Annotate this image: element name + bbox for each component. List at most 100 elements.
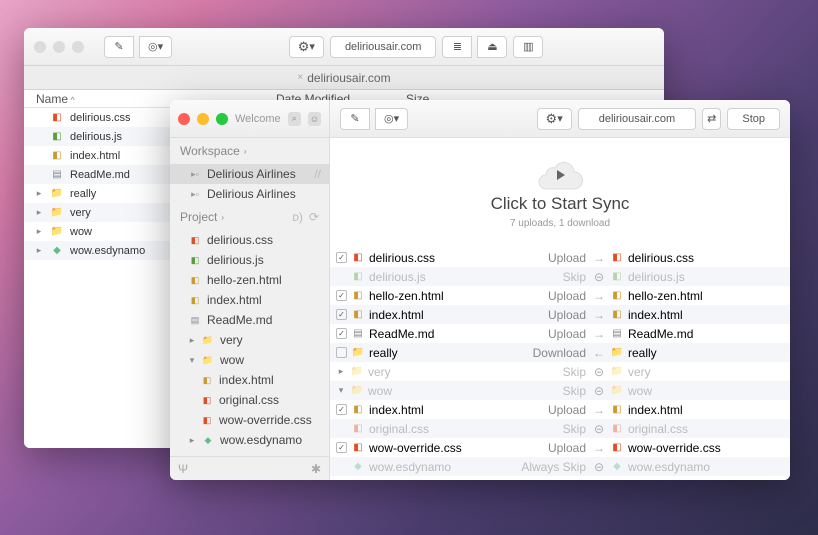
settings-icon[interactable]: ✱: [311, 462, 321, 476]
arrow-icon: ←: [590, 346, 608, 360]
filter-icon[interactable]: Ψ: [178, 462, 188, 476]
preview-button[interactable]: ◎▾: [375, 108, 408, 130]
action-menu-button[interactable]: ⚙︎▾: [537, 108, 572, 130]
search-icon[interactable]: ⌕: [288, 112, 301, 126]
local-name: index.html: [369, 308, 424, 322]
sync-checkbox[interactable]: [336, 404, 347, 415]
view-eject-button[interactable]: ⏏: [477, 36, 507, 58]
js-icon: ◧: [188, 253, 202, 267]
refresh-icon[interactable]: ⟳: [309, 210, 319, 224]
local-name: ReadMe.md: [369, 327, 434, 341]
sync-row[interactable]: ◧original.cssSkip⊝◧original.css: [330, 419, 790, 438]
project-item[interactable]: ◧wow-override.css: [170, 410, 329, 430]
stop-button[interactable]: Stop: [727, 108, 780, 130]
sidebar-titlebar: Welcome ⌕ ☺: [170, 100, 329, 138]
sync-row[interactable]: ◧hello-zen.htmlUpload→◧hello-zen.html: [330, 286, 790, 305]
disclosure-icon[interactable]: ▸: [34, 188, 44, 199]
workspace-item[interactable]: ▸▫Delirious Airlines: [170, 184, 329, 204]
md-icon: ▤: [610, 327, 624, 341]
close-tab-icon[interactable]: ×: [297, 72, 303, 83]
md-icon: ▤: [188, 313, 202, 327]
minimize-dot[interactable]: [197, 113, 209, 125]
project-label: delirious.css: [207, 233, 273, 247]
css-icon: ◧: [610, 422, 624, 436]
project-item[interactable]: ▸📁very: [170, 330, 329, 350]
project-item[interactable]: ◧index.html: [170, 370, 329, 390]
project-item[interactable]: ▸◆wow.esdynamo: [170, 430, 329, 450]
sync-row[interactable]: ▸📁verySkip⊝📁very: [330, 362, 790, 381]
disclosure-icon[interactable]: ▸: [34, 226, 44, 237]
arrow-icon: ⊝: [590, 270, 608, 284]
project-header: Project›ᴅ)⟳: [170, 204, 329, 230]
minimize-dot[interactable]: [53, 41, 65, 53]
disclosure-icon[interactable]: ▾: [188, 355, 196, 366]
html-icon: ◧: [351, 403, 365, 417]
project-label: index.html: [219, 373, 274, 387]
sync-action: Download: [505, 346, 590, 360]
sync-row[interactable]: ◧wow-override.cssUpload→◧wow-override.cs…: [330, 438, 790, 457]
view-list-button[interactable]: ≣: [442, 36, 472, 58]
sync-checkbox[interactable]: [336, 328, 347, 339]
disclosure-icon[interactable]: ▸: [336, 366, 346, 377]
nav-back-button[interactable]: ✎: [104, 36, 134, 58]
tab-deliriousair[interactable]: ×deliriousair.com: [280, 67, 407, 89]
traffic-lights: [34, 41, 84, 53]
html-icon: ◧: [351, 289, 365, 303]
sync-action: Upload: [505, 308, 590, 322]
project-item[interactable]: ◧delirious.js: [170, 250, 329, 270]
smile-icon[interactable]: ☺: [308, 112, 321, 126]
sync-action: Skip: [505, 365, 590, 379]
view-columns-button[interactable]: ▥: [513, 36, 543, 58]
css-icon: ◧: [351, 422, 365, 436]
project-item[interactable]: ◧hello-zen.html: [170, 270, 329, 290]
address-field[interactable]: deliriousair.com: [330, 36, 437, 58]
sync-row[interactable]: ◧delirious.cssUpload→◧delirious.css: [330, 248, 790, 267]
sync-checkbox[interactable]: [336, 290, 347, 301]
close-dot[interactable]: [34, 41, 46, 53]
project-item[interactable]: ◧index.html: [170, 290, 329, 310]
close-dot[interactable]: [178, 113, 190, 125]
project-item[interactable]: ▤ ReadMe.md: [170, 310, 329, 330]
zoom-dot[interactable]: [216, 113, 228, 125]
edit-button[interactable]: ✎: [340, 108, 370, 130]
sync-checkbox[interactable]: [336, 347, 347, 358]
sync-action: Skip: [505, 384, 590, 398]
dynamo-icon[interactable]: ᴅ): [292, 210, 303, 224]
sync-row[interactable]: ◧index.htmlUpload→◧index.html: [330, 305, 790, 324]
sync-row[interactable]: 📁reallyDownload←📁really: [330, 343, 790, 362]
sync-hero[interactable]: Click to Start Sync 7 uploads, 1 downloa…: [330, 138, 790, 248]
sync-row[interactable]: ▾📁wowSkip⊝📁wow: [330, 381, 790, 400]
zoom-dot[interactable]: [72, 41, 84, 53]
arrow-icon: →: [590, 441, 608, 455]
disclosure-icon[interactable]: ▸: [188, 435, 196, 446]
remote-name: index.html: [628, 403, 683, 417]
sync-row[interactable]: ◧delirious.jsSkip⊝◧delirious.js: [330, 267, 790, 286]
sync-row[interactable]: ◆wow.esdynamoAlways Skip⊝◆wow.esdynamo: [330, 457, 790, 476]
folder-icon: 📁: [610, 346, 624, 360]
disclosure-icon[interactable]: ▾: [336, 385, 346, 396]
esp-icon: ◆: [610, 460, 624, 474]
sync-checkbox[interactable]: [336, 252, 347, 263]
arrow-icon: ⊝: [590, 422, 608, 436]
sync-direction-button[interactable]: ⇄: [702, 108, 721, 130]
sync-row[interactable]: ▤ReadMe.mdUpload→▤ReadMe.md: [330, 324, 790, 343]
sync-checkbox[interactable]: [336, 442, 347, 453]
project-item[interactable]: ◧delirious.css: [170, 230, 329, 250]
local-name: delirious.css: [369, 251, 435, 265]
action-menu-button[interactable]: ⚙︎▾: [289, 36, 324, 58]
project-item[interactable]: ◧original.css: [170, 390, 329, 410]
server-address[interactable]: deliriousair.com: [578, 108, 696, 130]
project-label: ReadMe.md: [207, 313, 272, 327]
disclosure-icon[interactable]: ▸: [188, 335, 196, 346]
disclosure-icon[interactable]: ▸: [34, 207, 44, 218]
css-icon: ◧: [200, 393, 214, 407]
disclosure-icon[interactable]: ▸: [34, 245, 44, 256]
sync-action: Upload: [505, 327, 590, 341]
sync-row[interactable]: ◧index.htmlUpload→◧index.html: [330, 400, 790, 419]
remote-name: wow-override.css: [628, 441, 721, 455]
workspace-item[interactable]: ▸▫Delirious Airlines//: [170, 164, 329, 184]
nav-forward-button[interactable]: ◎▾: [139, 36, 172, 58]
project-item[interactable]: ▾📁wow: [170, 350, 329, 370]
sync-checkbox[interactable]: [336, 309, 347, 320]
sync-action: Always Skip: [505, 460, 590, 474]
